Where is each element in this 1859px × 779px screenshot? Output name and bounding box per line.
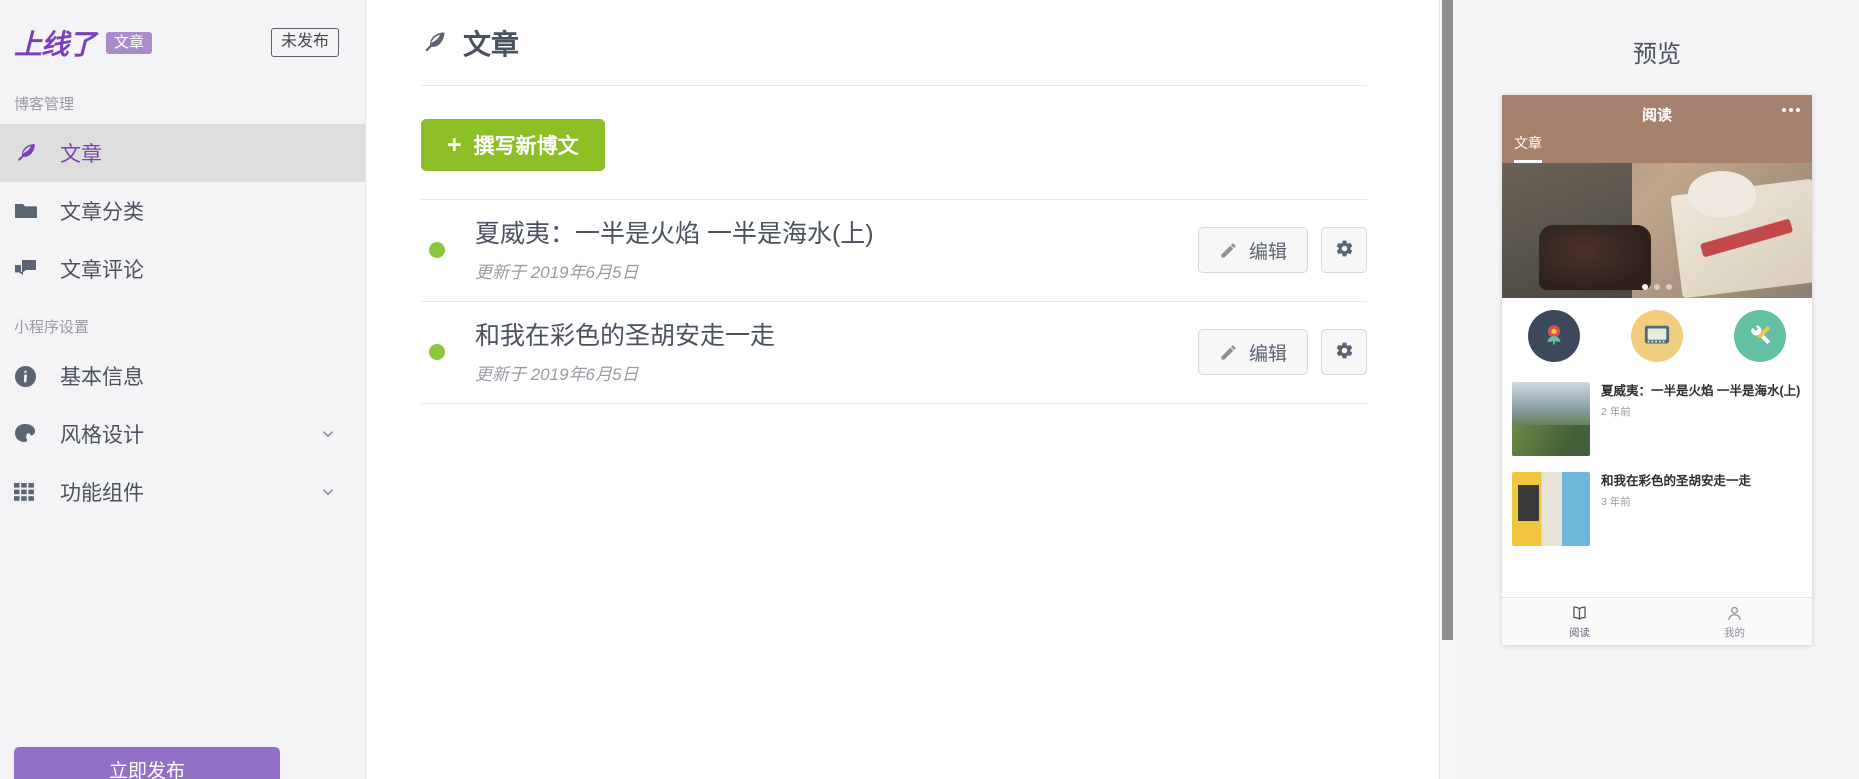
phone-shortcuts bbox=[1502, 298, 1812, 374]
sidebar-item-label: 文章评论 bbox=[60, 259, 144, 282]
post-actions: 编辑 bbox=[1197, 329, 1367, 376]
sidebar-item-label: 功能组件 bbox=[60, 482, 144, 505]
banner-pagination-dots[interactable] bbox=[1502, 284, 1812, 290]
preview-title: 预览 bbox=[1633, 41, 1681, 68]
article-text: 夏威夷：一半是火焰 一半是海水(上) 2 年前 bbox=[1601, 382, 1802, 456]
folder-icon bbox=[14, 198, 44, 224]
article-thumbnail bbox=[1512, 472, 1590, 546]
main-content: 文章 + 撰写新博文 夏威夷：一半是火焰 一半是海水(上) 更新于 2019年6… bbox=[366, 0, 1439, 779]
brand-badge: 文章 bbox=[106, 31, 153, 54]
list-item[interactable]: 夏威夷：一半是火焰 一半是海水(上) 2 年前 bbox=[1502, 374, 1812, 464]
sidebar-item-label: 基本信息 bbox=[60, 366, 144, 389]
plus-icon: + bbox=[447, 130, 462, 159]
list-item[interactable]: 和我在彩色的圣胡安走一走 3 年前 bbox=[1502, 464, 1812, 554]
post-date: 更新于 2019年6月5日 bbox=[475, 262, 639, 282]
person-icon bbox=[1725, 604, 1744, 623]
phone-tabbar: 阅读 我的 bbox=[1502, 597, 1812, 645]
sidebar-item-components[interactable]: 功能组件 bbox=[0, 463, 365, 521]
section-label-miniapp: 小程序设置 bbox=[14, 319, 90, 336]
tabbar-label: 阅读 bbox=[1569, 626, 1590, 639]
post-date: 更新于 2019年6月5日 bbox=[475, 364, 639, 384]
phone-header: 阅读 文章 bbox=[1502, 95, 1812, 163]
status-badge bbox=[429, 344, 445, 361]
feather-icon bbox=[14, 140, 44, 166]
article-title: 夏威夷：一半是火焰 一半是海水(上) bbox=[1601, 384, 1801, 398]
gear-icon bbox=[1335, 239, 1354, 261]
sidebar-item-label: 文章分类 bbox=[60, 201, 144, 224]
article-text: 和我在彩色的圣胡安走一走 3 年前 bbox=[1601, 472, 1802, 546]
phone-nav: 阅读 bbox=[1502, 95, 1812, 133]
edit-button[interactable]: 编辑 bbox=[1197, 227, 1308, 274]
tabbar-label: 我的 bbox=[1724, 626, 1745, 639]
article-time: 2 年前 bbox=[1601, 405, 1631, 418]
edit-button[interactable]: 编辑 bbox=[1197, 329, 1308, 376]
palette-icon bbox=[14, 421, 44, 447]
sidebar-item-label: 风格设计 bbox=[60, 424, 144, 447]
chevron-down-icon[interactable] bbox=[319, 425, 337, 443]
sidebar-item-categories[interactable]: 文章分类 bbox=[0, 182, 365, 240]
tools-icon[interactable] bbox=[1734, 310, 1787, 362]
edit-button-label: 编辑 bbox=[1248, 241, 1287, 263]
post-list: 夏威夷：一半是火焰 一半是海水(上) 更新于 2019年6月5日 编辑 和我在彩… bbox=[421, 199, 1367, 404]
phone-tab-articles[interactable]: 文章 bbox=[1514, 133, 1542, 163]
post-actions: 编辑 bbox=[1197, 227, 1367, 274]
table-row[interactable]: 和我在彩色的圣胡安走一走 更新于 2019年6月5日 编辑 bbox=[421, 300, 1367, 404]
edit-button-label: 编辑 bbox=[1248, 343, 1287, 365]
flower-icon[interactable] bbox=[1527, 310, 1580, 362]
pencil-icon bbox=[1219, 241, 1238, 260]
table-row[interactable]: 夏威夷：一半是火焰 一半是海水(上) 更新于 2019年6月5日 编辑 bbox=[421, 199, 1367, 301]
post-info: 夏威夷：一半是火焰 一半是海水(上) 更新于 2019年6月5日 bbox=[475, 218, 1198, 283]
article-thumbnail bbox=[1512, 382, 1590, 456]
gear-icon bbox=[1335, 341, 1354, 363]
more-dots-icon[interactable] bbox=[1782, 108, 1800, 112]
phone-tabs: 文章 bbox=[1502, 133, 1812, 163]
publish-button[interactable]: 立即发布 bbox=[14, 747, 280, 779]
compose-button-label: 撰写新博文 bbox=[473, 135, 579, 158]
sidebar: 上线了 文章 未发布 博客管理 文章 文章分类 文章评论 小程序设置 基本信息 … bbox=[0, 0, 366, 779]
post-info: 和我在彩色的圣胡安走一走 更新于 2019年6月5日 bbox=[475, 320, 1198, 385]
settings-button[interactable] bbox=[1321, 329, 1367, 376]
page-header: 文章 bbox=[421, 0, 1367, 86]
section-label-blog: 博客管理 bbox=[14, 96, 75, 113]
post-title[interactable]: 和我在彩色的圣胡安走一走 bbox=[475, 320, 1198, 354]
grid-icon bbox=[14, 479, 44, 505]
phone-article-list: 夏威夷：一半是火焰 一半是海水(上) 2 年前 和我在彩色的圣胡安走一走 3 年… bbox=[1502, 374, 1812, 597]
sidebar-item-label: 文章 bbox=[60, 143, 102, 166]
sidebar-item-comments[interactable]: 文章评论 bbox=[0, 240, 365, 298]
article-time: 3 年前 bbox=[1601, 495, 1631, 508]
comment-icon bbox=[14, 256, 44, 282]
sidebar-item-style-design[interactable]: 风格设计 bbox=[0, 405, 365, 463]
sidebar-item-basic-info[interactable]: 基本信息 bbox=[0, 347, 365, 405]
book-icon bbox=[1570, 604, 1589, 623]
tabbar-item-mine[interactable]: 我的 bbox=[1657, 598, 1812, 645]
status-badge bbox=[429, 242, 445, 259]
settings-button[interactable] bbox=[1321, 227, 1367, 274]
brand-logo[interactable]: 上线了 bbox=[14, 23, 96, 63]
feather-icon bbox=[421, 29, 448, 56]
phone-mockup: 阅读 文章 夏威夷：一半是火焰 一半是海水(上) 2 年前 和我在彩色的圣胡安走… bbox=[1502, 95, 1812, 645]
phone-nav-title: 阅读 bbox=[1641, 106, 1672, 124]
sidebar-item-articles[interactable]: 文章 bbox=[0, 124, 365, 182]
tv-icon[interactable] bbox=[1630, 310, 1683, 362]
scrollbar-thumb[interactable] bbox=[1442, 0, 1453, 640]
page-title: 文章 bbox=[463, 28, 520, 60]
app-root: 上线了 文章 未发布 博客管理 文章 文章分类 文章评论 小程序设置 基本信息 … bbox=[0, 0, 1859, 779]
phone-banner-image[interactable] bbox=[1502, 163, 1812, 298]
pencil-icon bbox=[1219, 343, 1238, 362]
vertical-scrollbar[interactable] bbox=[1439, 0, 1455, 779]
post-title[interactable]: 夏威夷：一半是火焰 一半是海水(上) bbox=[475, 218, 1198, 252]
sidebar-header: 上线了 文章 未发布 bbox=[0, 0, 365, 85]
compose-toolbar: + 撰写新博文 bbox=[421, 86, 1379, 199]
compose-new-post-button[interactable]: + 撰写新博文 bbox=[421, 119, 605, 171]
preview-panel: 预览 阅读 文章 夏威夷：一半是火焰 一半是海水(上) 2 年前 和我在彩色的圣… bbox=[1455, 0, 1859, 779]
chevron-down-icon[interactable] bbox=[319, 483, 337, 501]
tabbar-item-read[interactable]: 阅读 bbox=[1502, 598, 1657, 645]
unpublished-button[interactable]: 未发布 bbox=[270, 27, 339, 58]
article-title: 和我在彩色的圣胡安走一走 bbox=[1601, 474, 1752, 488]
info-icon bbox=[14, 363, 44, 389]
